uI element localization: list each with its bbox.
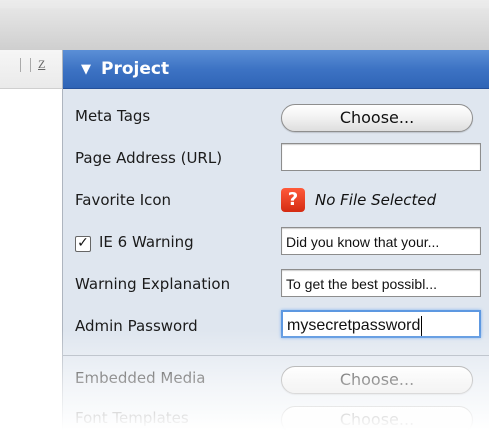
- meta-tags-row: Meta Tags Choose...: [63, 98, 489, 138]
- ie6-warning-label: IE 6 Warning: [99, 233, 194, 251]
- font-templates-label: Font Templates: [75, 409, 189, 427]
- triangle-down-icon[interactable]: ▼: [81, 62, 91, 77]
- warning-explanation-input[interactable]: To get the best possibl...: [281, 269, 481, 297]
- page-address-label: Page Address (URL): [75, 149, 223, 167]
- question-mark-icon[interactable]: ?: [281, 188, 305, 212]
- checkmark-icon: ✓: [77, 235, 89, 251]
- ruler-strip: [0, 50, 62, 89]
- admin-password-value: mysecretpassword: [287, 317, 421, 334]
- ruler-tick: [30, 58, 31, 72]
- warning-explanation-row: Warning Explanation To get the best poss…: [63, 266, 489, 306]
- ie6-warning-row: ✓ IE 6 Warning Did you know that your...: [63, 224, 489, 264]
- warning-explanation-label: Warning Explanation: [75, 275, 231, 293]
- meta-tags-choose-button[interactable]: Choose...: [281, 104, 473, 132]
- meta-tags-label: Meta Tags: [75, 107, 151, 125]
- project-inspector-panel: ▼ Project Meta Tags Choose... Page Addre…: [62, 50, 489, 430]
- embedded-media-choose-button[interactable]: Choose...: [281, 366, 473, 394]
- page-address-input[interactable]: [281, 143, 481, 171]
- font-templates-choose-button[interactable]: Choose...: [281, 406, 473, 430]
- embedded-media-row: Embedded Media Choose...: [63, 360, 489, 400]
- no-file-selected-text: No File Selected: [315, 191, 437, 209]
- window-toolbar: [0, 0, 489, 51]
- ruler-tick: [20, 58, 21, 72]
- favorite-icon-label: Favorite Icon: [75, 191, 172, 209]
- admin-password-input[interactable]: mysecretpassword: [281, 310, 481, 338]
- embedded-media-label: Embedded Media: [75, 369, 206, 387]
- section-divider: [63, 355, 489, 356]
- text-caret: [421, 315, 423, 336]
- admin-password-row: Admin Password mysecretpassword: [63, 308, 489, 348]
- favorite-icon-row: Favorite Icon ? No File Selected: [63, 182, 489, 222]
- section-title: Project: [101, 59, 170, 79]
- page-address-row: Page Address (URL): [63, 140, 489, 180]
- admin-password-label: Admin Password: [75, 317, 198, 335]
- ruler-label: Z: [38, 57, 46, 71]
- toolbar-band: [0, 8, 489, 51]
- ie6-warning-input[interactable]: Did you know that your...: [281, 227, 481, 255]
- ie6-warning-checkbox[interactable]: ✓: [75, 236, 91, 252]
- font-templates-row: Font Templates Choose...: [63, 400, 489, 430]
- project-section-header[interactable]: ▼ Project: [63, 50, 489, 89]
